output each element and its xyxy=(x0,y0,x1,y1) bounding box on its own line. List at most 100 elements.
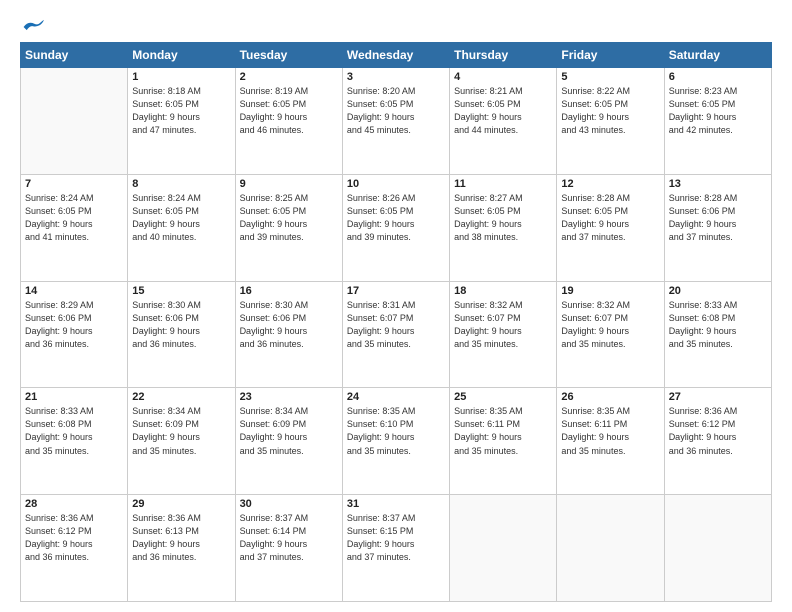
day-info: Sunrise: 8:34 AM Sunset: 6:09 PM Dayligh… xyxy=(240,405,338,457)
calendar-cell: 20Sunrise: 8:33 AM Sunset: 6:08 PM Dayli… xyxy=(664,281,771,388)
calendar-cell: 18 Sunrise: 8:32 AM Sunset: 6:07 PM Dayli… xyxy=(450,281,557,388)
calendar-cell: 26 Sunrise: 8:35 AM Sunset: 6:11 PM Dayli… xyxy=(557,388,664,495)
day-info: Sunrise: 8:22 AM Sunset: 6:05 PM Dayligh… xyxy=(561,85,659,137)
day-info: Sunrise: 8:21 AM Sunset: 6:05 PM Dayligh… xyxy=(454,85,552,137)
day-number: 15 xyxy=(132,285,230,297)
day-number: 2 xyxy=(240,71,338,83)
day-number: 14 xyxy=(25,285,123,297)
calendar-cell: 22 Sunrise: 8:34 AM Sunset: 6:09 PM Dayli… xyxy=(128,388,235,495)
day-number: 8 xyxy=(132,178,230,190)
day-info: Sunrise: 8:37 AM Sunset: 6:15 PM Dayligh… xyxy=(347,512,445,564)
page: SundayMondayTuesdayWednesdayThursdayFrid… xyxy=(0,0,792,612)
day-number: 27 xyxy=(669,391,767,403)
calendar-week-row: 28 Sunrise: 8:36 AM Sunset: 6:12 PM Dayli… xyxy=(21,495,772,602)
calendar-cell xyxy=(450,495,557,602)
day-number: 17 xyxy=(347,285,445,297)
day-info: Sunrise: 8:30 AM Sunset: 6:06 PM Dayligh… xyxy=(240,299,338,351)
calendar-cell: 17Sunrise: 8:31 AM Sunset: 6:07 PM Dayli… xyxy=(342,281,449,388)
calendar-cell: 8 Sunrise: 8:24 AM Sunset: 6:05 PM Daylig… xyxy=(128,174,235,281)
day-info: Sunrise: 8:36 AM Sunset: 6:12 PM Dayligh… xyxy=(669,405,767,457)
calendar-cell: 15 Sunrise: 8:30 AM Sunset: 6:06 PM Dayli… xyxy=(128,281,235,388)
calendar-cell xyxy=(664,495,771,602)
day-number: 18 xyxy=(454,285,552,297)
calendar-cell xyxy=(21,68,128,175)
day-info: Sunrise: 8:35 AM Sunset: 6:11 PM Dayligh… xyxy=(561,405,659,457)
calendar-header-row: SundayMondayTuesdayWednesdayThursdayFrid… xyxy=(21,43,772,68)
calendar-week-row: 14 Sunrise: 8:29 AM Sunset: 6:06 PM Dayli… xyxy=(21,281,772,388)
day-number: 4 xyxy=(454,71,552,83)
calendar-cell: 23 Sunrise: 8:34 AM Sunset: 6:09 PM Dayli… xyxy=(235,388,342,495)
day-info: Sunrise: 8:19 AM Sunset: 6:05 PM Dayligh… xyxy=(240,85,338,137)
calendar-header-wednesday: Wednesday xyxy=(342,43,449,68)
day-info: Sunrise: 8:32 AM Sunset: 6:07 PM Dayligh… xyxy=(561,299,659,351)
calendar-header-thursday: Thursday xyxy=(450,43,557,68)
calendar-cell: 31 Sunrise: 8:37 AM Sunset: 6:15 PM Dayli… xyxy=(342,495,449,602)
logo-bird-icon xyxy=(22,18,44,36)
calendar-cell: 29 Sunrise: 8:36 AM Sunset: 6:13 PM Dayli… xyxy=(128,495,235,602)
calendar-cell: 11 Sunrise: 8:27 AM Sunset: 6:05 PM Dayli… xyxy=(450,174,557,281)
day-info: Sunrise: 8:34 AM Sunset: 6:09 PM Dayligh… xyxy=(132,405,230,457)
day-number: 12 xyxy=(561,178,659,190)
day-number: 28 xyxy=(25,498,123,510)
day-info: Sunrise: 8:23 AM Sunset: 6:05 PM Dayligh… xyxy=(669,85,767,137)
day-number: 24 xyxy=(347,391,445,403)
day-info: Sunrise: 8:27 AM Sunset: 6:05 PM Dayligh… xyxy=(454,192,552,244)
day-info: Sunrise: 8:36 AM Sunset: 6:12 PM Dayligh… xyxy=(25,512,123,564)
calendar-week-row: 7 Sunrise: 8:24 AM Sunset: 6:05 PM Daylig… xyxy=(21,174,772,281)
day-info: Sunrise: 8:36 AM Sunset: 6:13 PM Dayligh… xyxy=(132,512,230,564)
calendar-header-sunday: Sunday xyxy=(21,43,128,68)
day-number: 29 xyxy=(132,498,230,510)
day-info: Sunrise: 8:26 AM Sunset: 6:05 PM Dayligh… xyxy=(347,192,445,244)
day-info: Sunrise: 8:24 AM Sunset: 6:05 PM Dayligh… xyxy=(132,192,230,244)
day-number: 10 xyxy=(347,178,445,190)
calendar-header-friday: Friday xyxy=(557,43,664,68)
day-info: Sunrise: 8:25 AM Sunset: 6:05 PM Dayligh… xyxy=(240,192,338,244)
day-info: Sunrise: 8:35 AM Sunset: 6:10 PM Dayligh… xyxy=(347,405,445,457)
day-info: Sunrise: 8:37 AM Sunset: 6:14 PM Dayligh… xyxy=(240,512,338,564)
calendar-cell: 16 Sunrise: 8:30 AM Sunset: 6:06 PM Dayli… xyxy=(235,281,342,388)
day-info: Sunrise: 8:35 AM Sunset: 6:11 PM Dayligh… xyxy=(454,405,552,457)
calendar-cell: 25Sunrise: 8:35 AM Sunset: 6:11 PM Dayli… xyxy=(450,388,557,495)
calendar-cell: 4 Sunrise: 8:21 AM Sunset: 6:05 PM Daylig… xyxy=(450,68,557,175)
day-info: Sunrise: 8:33 AM Sunset: 6:08 PM Dayligh… xyxy=(669,299,767,351)
logo xyxy=(20,18,46,36)
day-number: 21 xyxy=(25,391,123,403)
day-number: 7 xyxy=(25,178,123,190)
calendar-cell: 7 Sunrise: 8:24 AM Sunset: 6:05 PM Daylig… xyxy=(21,174,128,281)
calendar-cell: 10 Sunrise: 8:26 AM Sunset: 6:05 PM Dayli… xyxy=(342,174,449,281)
day-number: 22 xyxy=(132,391,230,403)
calendar-cell: 9 Sunrise: 8:25 AM Sunset: 6:05 PM Daylig… xyxy=(235,174,342,281)
calendar-header-saturday: Saturday xyxy=(664,43,771,68)
calendar-cell: 12 Sunrise: 8:28 AM Sunset: 6:05 PM Dayli… xyxy=(557,174,664,281)
day-info: Sunrise: 8:32 AM Sunset: 6:07 PM Dayligh… xyxy=(454,299,552,351)
day-number: 26 xyxy=(561,391,659,403)
day-number: 9 xyxy=(240,178,338,190)
day-number: 31 xyxy=(347,498,445,510)
calendar-cell xyxy=(557,495,664,602)
day-info: Sunrise: 8:24 AM Sunset: 6:05 PM Dayligh… xyxy=(25,192,123,244)
day-info: Sunrise: 8:28 AM Sunset: 6:05 PM Dayligh… xyxy=(561,192,659,244)
day-info: Sunrise: 8:29 AM Sunset: 6:06 PM Dayligh… xyxy=(25,299,123,351)
calendar-header-tuesday: Tuesday xyxy=(235,43,342,68)
calendar-cell: 24 Sunrise: 8:35 AM Sunset: 6:10 PM Dayli… xyxy=(342,388,449,495)
day-info: Sunrise: 8:20 AM Sunset: 6:05 PM Dayligh… xyxy=(347,85,445,137)
day-number: 16 xyxy=(240,285,338,297)
header xyxy=(20,18,772,36)
day-number: 3 xyxy=(347,71,445,83)
day-number: 5 xyxy=(561,71,659,83)
day-info: Sunrise: 8:18 AM Sunset: 6:05 PM Dayligh… xyxy=(132,85,230,137)
calendar-cell: 1 Sunrise: 8:18 AM Sunset: 6:05 PM Daylig… xyxy=(128,68,235,175)
day-number: 13 xyxy=(669,178,767,190)
day-number: 6 xyxy=(669,71,767,83)
day-info: Sunrise: 8:30 AM Sunset: 6:06 PM Dayligh… xyxy=(132,299,230,351)
calendar-header-monday: Monday xyxy=(128,43,235,68)
day-info: Sunrise: 8:33 AM Sunset: 6:08 PM Dayligh… xyxy=(25,405,123,457)
day-number: 19 xyxy=(561,285,659,297)
calendar-cell: 13Sunrise: 8:28 AM Sunset: 6:06 PM Dayli… xyxy=(664,174,771,281)
day-number: 1 xyxy=(132,71,230,83)
day-number: 11 xyxy=(454,178,552,190)
calendar-cell: 14 Sunrise: 8:29 AM Sunset: 6:06 PM Dayli… xyxy=(21,281,128,388)
calendar-cell: 6 Sunrise: 8:23 AM Sunset: 6:05 PM Daylig… xyxy=(664,68,771,175)
calendar-cell: 3 Sunrise: 8:20 AM Sunset: 6:05 PM Daylig… xyxy=(342,68,449,175)
day-number: 23 xyxy=(240,391,338,403)
